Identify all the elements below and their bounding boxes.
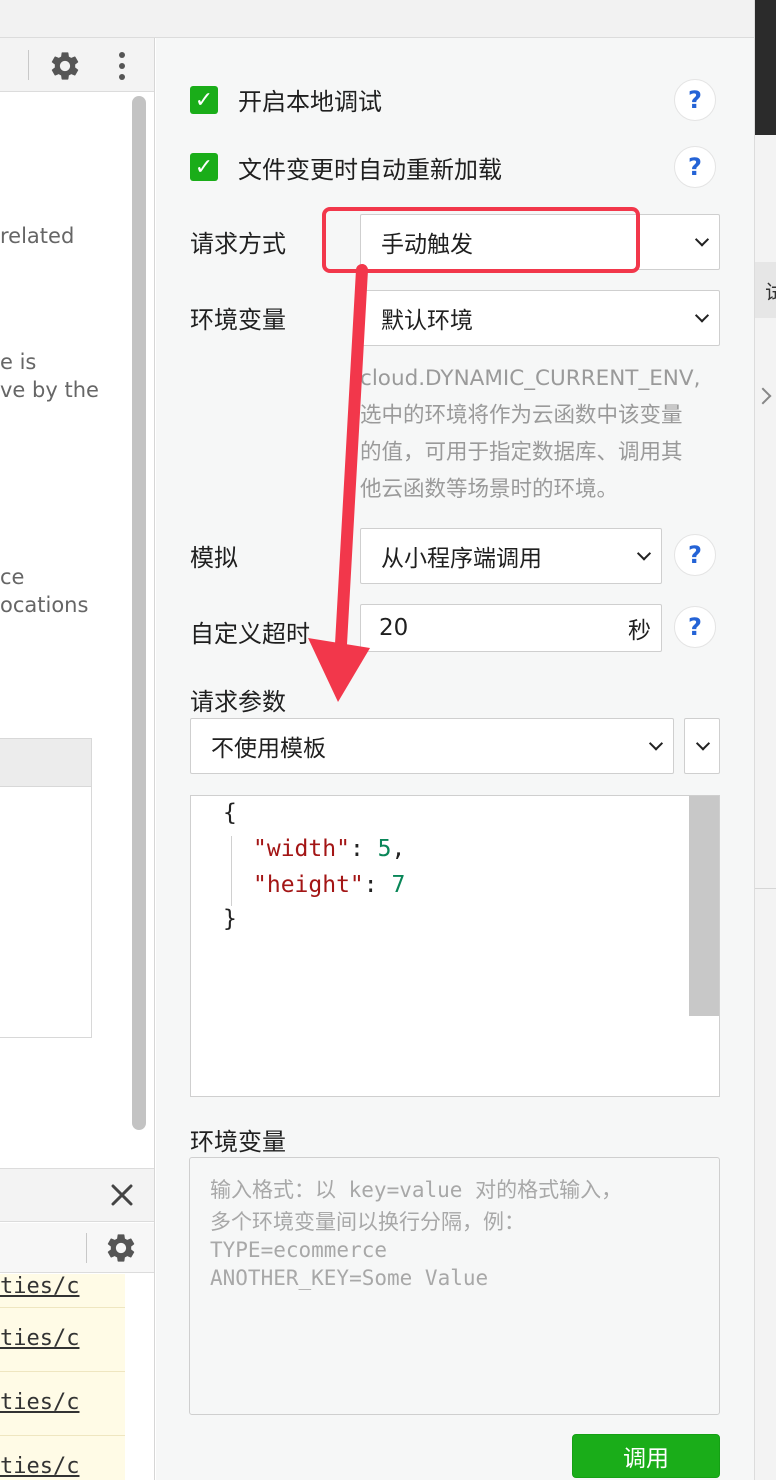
json-number: 5 — [377, 836, 392, 862]
help-icon[interactable]: ? — [674, 534, 716, 576]
timeout-input[interactable]: 20 秒 — [360, 604, 662, 652]
env-vars-label: 环境变量 — [190, 1128, 286, 1156]
doc-text-fragment: ve by the — [0, 378, 99, 402]
doc-text-fragment: related — [0, 224, 75, 248]
simulate-select[interactable]: 从小程序端调用 — [360, 528, 662, 584]
placeholder-line: 多个环境变量间以换行分隔，例： — [210, 1210, 525, 1234]
chevron-down-icon — [695, 736, 711, 751]
log-link[interactable]: ties/c — [0, 1390, 79, 1415]
code-open-brace: { — [223, 800, 237, 826]
right-edge-tab: 试 — [755, 262, 776, 318]
embedded-frame — [0, 738, 92, 1038]
log-row: ties/c — [0, 1244, 125, 1308]
json-colon: : — [349, 836, 378, 862]
gear-icon[interactable] — [48, 49, 82, 83]
close-icon[interactable] — [110, 1183, 134, 1207]
json-key: "width" — [253, 836, 350, 862]
log-link[interactable]: ties/c — [0, 1454, 79, 1479]
template-menu-button[interactable] — [684, 718, 720, 774]
arrow-annotation — [308, 264, 370, 702]
env-vars-textarea[interactable]: 输入格式：以 key=value 对的格式输入， 多个环境变量间以换行分隔，例：… — [189, 1157, 720, 1415]
log-link[interactable]: ties/c — [0, 1274, 79, 1299]
log-row: ties/c — [0, 1436, 125, 1480]
help-icon[interactable]: ? — [674, 146, 716, 188]
chevron-down-icon — [648, 736, 664, 751]
doc-text-fragment: ce — [0, 565, 25, 589]
right-edge-pane: 试 — [754, 0, 776, 1480]
description-line: 选中的环境将作为云函数中该变量 — [360, 403, 683, 428]
doc-text-fragment: e is — [0, 350, 37, 374]
code-close-brace: } — [223, 906, 237, 932]
left-pane: related e is ve by the ce ocations ties/… — [0, 38, 155, 1480]
code-line-width: "width": 5, — [253, 836, 405, 862]
right-edge-dark-block — [755, 0, 776, 135]
editor-scrollbar[interactable] — [689, 796, 719, 1016]
description-line: 的值，可用于指定数据库、调用其 — [360, 440, 683, 465]
env-variable-value: 默认环境 — [381, 308, 473, 334]
code-line-height: "height": 7 — [253, 872, 405, 898]
simulate-label: 模拟 — [190, 544, 238, 572]
description-line: 他云函数等场景时的环境。 — [360, 477, 619, 502]
json-comma: , — [391, 836, 406, 862]
description-line: cloud.DYNAMIC_CURRENT_ENV, — [360, 366, 701, 391]
local-debug-label: 开启本地调试 — [238, 88, 382, 116]
json-colon: : — [363, 872, 392, 898]
log-row: ties/c — [0, 1308, 125, 1372]
request-params-editor[interactable]: { "width": 5, "height": 7 } — [190, 795, 720, 1097]
template-select[interactable]: 不使用模板 — [190, 718, 674, 774]
right-edge-tab-label: 试 — [765, 280, 776, 304]
chevron-down-icon — [694, 308, 710, 323]
request-params-label: 请求参数 — [190, 688, 286, 716]
local-debug-checkbox[interactable]: ✓ — [190, 86, 218, 114]
left-toolbar — [0, 38, 154, 92]
timeout-unit: 秒 — [628, 618, 651, 644]
help-icon[interactable]: ? — [674, 79, 716, 121]
auto-reload-label: 文件变更时自动重新加载 — [238, 156, 502, 184]
invoke-button[interactable]: 调用 — [572, 1434, 720, 1478]
toolbar-divider — [28, 50, 29, 80]
more-vertical-icon[interactable] — [112, 50, 132, 82]
left-pane-scrollbar[interactable] — [132, 96, 146, 1130]
help-icon[interactable]: ? — [674, 606, 716, 648]
log-row: ties/c — [0, 1372, 125, 1436]
placeholder-line: 输入格式：以 key=value 对的格式输入， — [210, 1178, 623, 1202]
right-edge-divider — [755, 888, 776, 889]
window-top-bar — [0, 0, 754, 38]
doc-text-fragment: ocations — [0, 593, 89, 617]
chevron-down-icon — [694, 232, 710, 247]
template-value: 不使用模板 — [211, 736, 326, 762]
checkmark-icon: ✓ — [194, 87, 214, 113]
auto-reload-checkbox[interactable]: ✓ — [190, 153, 218, 181]
log-link[interactable]: ties/c — [0, 1326, 79, 1351]
env-variable-label: 环境变量 — [190, 306, 286, 334]
simulate-value: 从小程序端调用 — [381, 546, 542, 572]
placeholder-line: TYPE=ecommerce — [210, 1238, 388, 1262]
env-variable-description: cloud.DYNAMIC_CURRENT_ENV, 选中的环境将作为云函数中该… — [360, 360, 732, 508]
checkmark-icon: ✓ — [194, 154, 214, 180]
json-key: "height" — [253, 872, 364, 898]
lower-panel-header — [0, 1168, 154, 1222]
indent-guide — [231, 836, 232, 906]
json-number: 7 — [391, 872, 406, 898]
request-method-label: 请求方式 — [190, 230, 286, 258]
chevron-right-icon[interactable] — [754, 387, 772, 405]
env-variable-select[interactable]: 默认环境 — [360, 290, 720, 346]
placeholder-line: ANOTHER_KEY=Some Value — [210, 1266, 489, 1290]
log-list: ties/c ties/c ties/c ties/c — [0, 1274, 125, 1480]
embedded-frame-header — [0, 739, 91, 787]
chevron-down-icon — [636, 546, 652, 561]
